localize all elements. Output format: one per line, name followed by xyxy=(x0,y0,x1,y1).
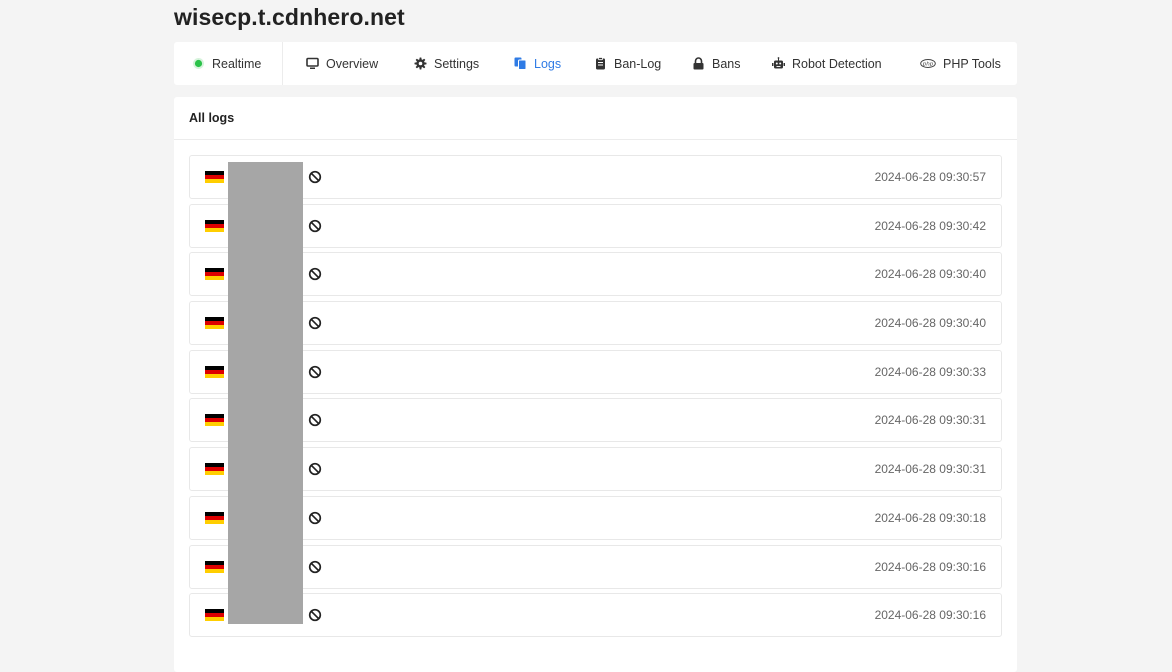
nav-divider xyxy=(282,42,283,85)
log-timestamp: 2024-06-28 09:30:57 xyxy=(874,170,986,184)
lock-icon xyxy=(692,57,705,70)
germany-flag-icon xyxy=(205,463,224,476)
germany-flag-icon xyxy=(205,317,224,330)
redacted-ip-block xyxy=(228,162,303,624)
log-row[interactable]: 2024-06-28 09:30:18 xyxy=(189,495,1002,540)
log-timestamp: 2024-06-28 09:30:31 xyxy=(874,413,986,428)
log-timestamp: 2024-06-28 09:30:40 xyxy=(874,316,986,331)
gear-icon xyxy=(414,57,427,70)
log-row[interactable]: 2024-06-28 09:30:16 xyxy=(189,544,1002,589)
germany-flag-icon xyxy=(205,414,224,427)
log-list: 2024-06-28 09:30:57 2024-06-28 09:30:42 … xyxy=(189,155,1002,642)
php-icon: php xyxy=(920,57,936,70)
tab-robot-detection[interactable]: Robot Detection xyxy=(772,42,882,85)
log-row[interactable]: 2024-06-28 09:30:16 xyxy=(189,593,1002,638)
tab-settings[interactable]: Settings xyxy=(414,42,479,85)
files-icon xyxy=(514,57,527,70)
main-nav: Realtime Overview Settings Logs Ban-Log … xyxy=(174,42,1017,85)
tab-overview-label: Overview xyxy=(326,56,379,71)
log-row[interactable]: 2024-06-28 09:30:40 xyxy=(189,301,1002,346)
germany-flag-icon xyxy=(205,219,224,232)
tab-php-tools[interactable]: php PHP Tools xyxy=(920,42,1001,85)
germany-flag-icon xyxy=(205,560,224,573)
clipboard-icon xyxy=(594,57,607,70)
ban-icon xyxy=(308,462,322,476)
germany-flag-icon xyxy=(205,268,224,281)
ban-icon xyxy=(308,365,322,379)
log-row[interactable]: 2024-06-28 09:30:42 xyxy=(189,203,1002,248)
log-timestamp: 2024-06-28 09:30:42 xyxy=(874,218,986,233)
log-timestamp: 2024-06-28 09:30:16 xyxy=(874,608,986,623)
tab-bans[interactable]: Bans xyxy=(692,42,741,85)
ban-icon xyxy=(308,511,322,525)
tab-logs-label: Logs xyxy=(534,56,562,71)
log-row[interactable]: 2024-06-28 09:30:31 xyxy=(189,398,1002,443)
tab-overview[interactable]: Overview xyxy=(306,42,378,85)
log-row[interactable]: 2024-06-28 09:30:33 xyxy=(189,349,1002,394)
log-timestamp: 2024-06-28 09:30:18 xyxy=(874,510,986,525)
ban-icon xyxy=(308,413,322,427)
tab-ban-log-label: Ban-Log xyxy=(614,56,662,71)
log-row[interactable]: 2024-06-28 09:30:31 xyxy=(189,447,1002,492)
log-row[interactable]: 2024-06-28 09:30:40 xyxy=(189,252,1002,297)
log-row[interactable]: 2024-06-28 09:30:57 xyxy=(189,155,1002,199)
tab-realtime-label: Realtime xyxy=(212,56,262,71)
germany-flag-icon xyxy=(205,609,224,622)
tab-bans-label: Bans xyxy=(712,56,741,71)
germany-flag-icon xyxy=(205,171,224,183)
tab-settings-label: Settings xyxy=(434,56,480,71)
ban-icon xyxy=(308,316,322,330)
live-dot-icon xyxy=(192,57,205,70)
monitor-icon xyxy=(306,57,319,70)
ban-icon xyxy=(308,219,322,233)
svg-text:php: php xyxy=(922,62,934,68)
tab-realtime[interactable]: Realtime xyxy=(192,42,261,85)
robot-icon xyxy=(772,57,785,70)
logs-card-title: All logs xyxy=(174,97,1017,140)
tab-logs[interactable]: Logs xyxy=(514,42,561,85)
site-title: wisecp.t.cdnhero.net xyxy=(174,4,405,30)
tab-php-tools-label: PHP Tools xyxy=(943,56,1001,71)
ban-icon xyxy=(308,608,322,622)
log-timestamp: 2024-06-28 09:30:40 xyxy=(874,267,986,282)
tab-robot-detection-label: Robot Detection xyxy=(792,56,882,71)
germany-flag-icon xyxy=(205,365,224,378)
germany-flag-icon xyxy=(205,511,224,524)
tab-ban-log[interactable]: Ban-Log xyxy=(594,42,661,85)
log-timestamp: 2024-06-28 09:30:16 xyxy=(874,559,986,574)
ban-icon xyxy=(308,267,322,281)
ban-icon xyxy=(308,170,322,184)
ban-icon xyxy=(308,560,322,574)
log-timestamp: 2024-06-28 09:30:33 xyxy=(874,364,986,379)
log-timestamp: 2024-06-28 09:30:31 xyxy=(874,462,986,477)
